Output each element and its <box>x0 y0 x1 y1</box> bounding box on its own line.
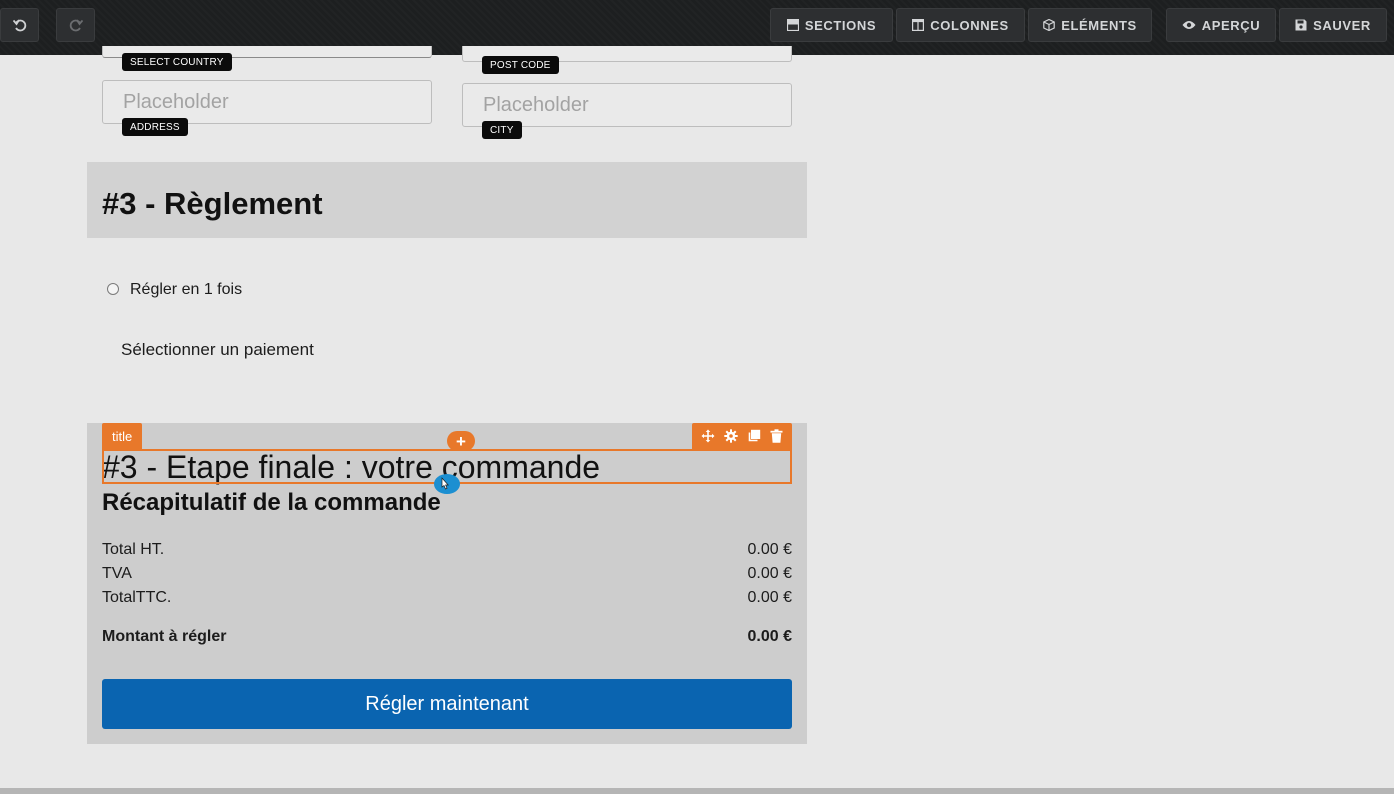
payment-section-header: #3 - Règlement <box>87 162 807 238</box>
element-type-tag: title <box>102 423 143 449</box>
summary-row-ttc: TotalTTC. 0.00 € <box>102 589 792 609</box>
sections-icon <box>786 19 799 31</box>
preview-button[interactable]: APERÇU <box>1166 8 1276 42</box>
save-icon <box>1295 19 1307 31</box>
summary-row-ht: Total HT. 0.00 € <box>102 541 792 561</box>
save-button[interactable]: SAUVER <box>1279 8 1387 42</box>
preview-label: APERÇU <box>1201 17 1261 33</box>
undo-icon <box>12 18 27 32</box>
total-label: Montant à régler <box>102 628 227 645</box>
redo-icon <box>69 18 83 32</box>
pay-now-button[interactable]: Régler maintenant <box>102 679 792 729</box>
summary-row-total: Montant à régler 0.00 € <box>102 628 792 648</box>
row-value: 0.00 € <box>747 541 792 558</box>
postcode-tag: POST CODE <box>482 56 559 74</box>
pay-once-radio[interactable] <box>107 283 119 295</box>
elements-button[interactable]: ELÉMENTS <box>1028 8 1152 42</box>
element-toolbar <box>692 423 792 449</box>
columns-button[interactable]: COLONNES <box>896 8 1025 42</box>
country-tag: SELECT COUNTRY <box>122 53 232 71</box>
redo-button[interactable] <box>56 8 95 42</box>
horizontal-scrollbar[interactable] <box>0 788 1394 794</box>
row-label: Total HT. <box>102 541 165 558</box>
summary-row-tva: TVA 0.00 € <box>102 565 792 585</box>
city-tag: CITY <box>482 121 522 139</box>
address-tag: ADDRESS <box>122 118 188 136</box>
row-label: TVA <box>102 565 132 582</box>
row-value: 0.00 € <box>747 589 792 606</box>
drag-cursor-icon <box>433 473 461 495</box>
columns-icon <box>912 19 925 31</box>
add-element-button[interactable]: + <box>447 431 475 451</box>
sections-button[interactable]: SECTIONS <box>770 8 893 42</box>
select-payment-text[interactable]: Sélectionner un paiement <box>121 340 314 360</box>
duplicate-icon[interactable] <box>747 429 761 443</box>
summary-title: Récapitulatif de la commande <box>102 489 441 516</box>
payment-section-title: #3 - Règlement <box>102 186 323 221</box>
city-placeholder: Placeholder <box>483 93 589 116</box>
address-placeholder: Placeholder <box>123 90 229 113</box>
trash-icon[interactable] <box>770 429 783 443</box>
total-value: 0.00 € <box>747 628 792 645</box>
sections-label: SECTIONS <box>804 17 877 33</box>
gear-icon[interactable] <box>724 429 738 443</box>
elements-label: ELÉMENTS <box>1061 17 1137 33</box>
row-value: 0.00 € <box>747 565 792 582</box>
row-label: TotalTTC. <box>102 589 172 606</box>
save-label: SAUVER <box>1313 17 1371 33</box>
move-icon[interactable] <box>701 429 715 443</box>
undo-button[interactable] <box>0 8 39 42</box>
cube-icon <box>1043 19 1056 31</box>
pay-once-label: Régler en 1 fois <box>130 281 243 298</box>
columns-label: COLONNES <box>930 17 1009 33</box>
eye-icon <box>1182 20 1196 30</box>
